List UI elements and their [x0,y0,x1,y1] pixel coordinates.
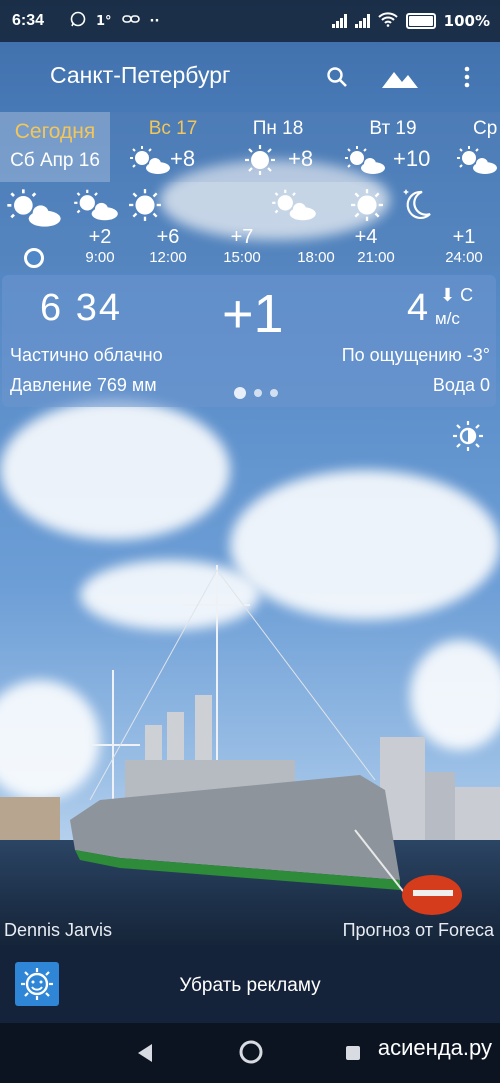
hour-temp: +6 [156,226,180,248]
current-conditions-card[interactable]: 6 34 +1 4 ⬇ С м/с Частично облачно По ощ… [2,275,496,407]
current-temp: +1 [222,284,284,344]
sun-icon [351,189,383,221]
overflow-menu-icon[interactable] [452,62,482,92]
wind-unit: м/с [435,309,460,328]
day-tab-wed[interactable]: Ср [455,112,500,182]
sun-icon [245,145,275,175]
signal-icon [331,14,347,28]
wind-direction: ⬇ С [440,285,473,306]
day-name: Сегодня [14,120,96,143]
moon-icon [403,189,431,219]
whatsapp-icon [70,11,86,31]
wifi-icon [377,11,398,31]
status-time: 6:34 [12,12,45,29]
day-date: Сб Апр 16 [10,150,100,171]
current-time: 6 34 [40,287,122,329]
day-tab-today[interactable]: Сегодня Сб Апр 16 [0,112,110,182]
back-icon[interactable] [136,1043,154,1067]
hour-time: 21:00 [357,249,395,266]
partly-cloudy-icon [345,146,385,174]
day-name: Ср [473,118,498,139]
city-title[interactable]: Санкт-Петербург [50,62,230,89]
hour-time: 15:00 [223,249,261,266]
day-name: Вс 17 [148,118,198,139]
water-temp-text: Вода 0 [432,375,490,395]
day-temp: +10 [393,146,431,171]
watermark: асиенда.ру [377,1035,492,1060]
daily-forecast-strip: Сегодня Сб Апр 16 Вс 17 +8 Пн 18 +8 Вт 1… [0,112,500,182]
hour-time: 24:00 [445,249,483,266]
day-tab-mon-18[interactable]: Пн 18 +8 [228,112,328,182]
feels-like-text: По ощущению -3° [341,345,490,365]
signal-icon [354,14,370,28]
landscape-icon[interactable] [382,62,418,92]
home-icon[interactable] [238,1039,264,1069]
hour-temp: +1 [452,226,476,248]
sun-settings-icon[interactable] [452,420,484,452]
search-icon[interactable] [322,62,352,92]
link-icon [121,13,140,29]
wind-speed: 4 [407,287,429,329]
more-dots-icon: ·· [149,13,160,29]
partly-cloudy-icon [272,189,316,221]
wind-direction-label: С [460,285,474,305]
current-hour-marker-icon [24,248,44,268]
day-temp: +8 [170,146,196,171]
hour-temp: +7 [230,226,254,248]
page-indicator [234,387,278,399]
pressure-text: Давление 769 мм [10,375,157,395]
condition-text: Частично облачно [10,345,163,365]
remove-ads-label[interactable]: Убрать рекламу [0,975,500,997]
day-name: Вт 19 [369,118,417,139]
hour-temp: +4 [354,226,378,248]
photo-credit[interactable]: Dennis Jarvis [4,920,112,941]
day-temp: +8 [288,146,314,171]
toolbar: Санкт-Петербург [0,42,500,112]
partly-cloudy-icon [457,146,497,174]
partly-cloudy-icon [130,146,170,174]
partly-cloudy-icon [74,189,118,221]
day-tab-tue-19[interactable]: Вт 19 +10 [338,112,448,182]
partly-cloudy-icon [7,189,61,227]
status-temp: 1° [96,13,112,29]
sun-icon [129,189,161,221]
hourly-forecast-strip[interactable]: +2 9:00 +6 12:00 +7 15:00 +7 18:00 +4 21… [0,182,500,272]
status-bar: 6:34 1° ·· 100% [0,0,500,42]
day-tab-sun-17[interactable]: Вс 17 +8 [118,112,228,182]
battery-percent: 100% [443,12,490,30]
battery-icon [405,13,436,29]
forecast-credit[interactable]: Прогноз от Foreca [343,920,494,941]
hour-time: 12:00 [149,249,187,266]
recents-icon[interactable] [345,1045,361,1065]
day-name: Пн 18 [252,118,304,139]
arrow-down-icon: ⬇ [440,285,456,305]
